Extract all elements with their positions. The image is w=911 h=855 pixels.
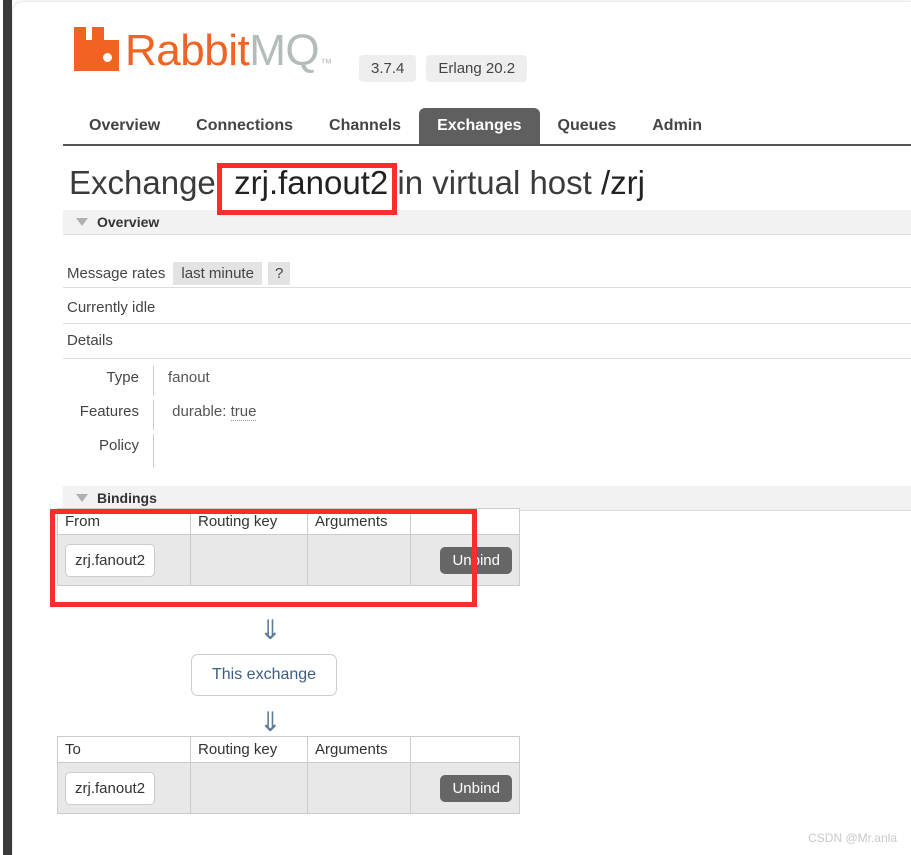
page-title-exchange-name: zrj.fanout2 — [234, 164, 389, 201]
binding-source-link[interactable]: zrj.fanout2 — [65, 543, 156, 577]
chevron-down-icon — [76, 218, 88, 226]
unbind-button[interactable]: Unbind — [440, 774, 512, 802]
cell-action: Unbind — [410, 762, 520, 814]
logo-word-mq: MQ — [249, 26, 320, 75]
column-header-actions — [410, 736, 520, 763]
detail-value-features: durable: true — [153, 400, 487, 430]
window-edge-strip — [3, 0, 12, 855]
rate-period-tab-last-minute[interactable]: last minute — [173, 262, 262, 285]
cell-source: zrj.fanout2 — [57, 534, 191, 586]
flow-arrow-down-top-icon: ⇓ — [259, 615, 282, 645]
nav-tab-admin[interactable]: Admin — [634, 108, 720, 144]
rabbitmq-logo-icon — [71, 27, 123, 71]
binding-destination-link[interactable]: zrj.fanout2 — [65, 771, 156, 805]
rabbitmq-logo[interactable]: RabbitMQ™ — [71, 26, 332, 75]
server-version-badge: 3.7.4 — [359, 55, 417, 82]
details-heading: Details — [67, 332, 113, 349]
chevron-down-icon — [76, 494, 88, 502]
cell-destination: zrj.fanout2 — [57, 762, 191, 814]
message-rates-row: Message rates last minute ? — [67, 262, 291, 285]
idle-divider — [63, 323, 911, 324]
detail-row-policy: Policy — [67, 434, 487, 468]
section-title-bindings: Bindings — [97, 490, 157, 506]
page-title-middle: in virtual host — [397, 164, 592, 201]
content-panel: RabbitMQ™ 3.7.4 Erlang 20.2 Overview Con… — [13, 2, 911, 855]
page-title: Exchange: zrj.fanout2 in virtual host /z… — [69, 164, 645, 202]
app-header: RabbitMQ™ 3.7.4 Erlang 20.2 — [13, 2, 911, 102]
section-title-overview: Overview — [97, 214, 160, 230]
detail-value-policy — [153, 434, 487, 468]
logo-body-icon — [74, 40, 119, 71]
feature-value-durable: true — [230, 403, 257, 421]
details-divider — [63, 358, 911, 359]
cell-routing-key — [190, 534, 308, 586]
cell-arguments — [307, 534, 411, 586]
detail-row-features: Features durable: true — [67, 400, 487, 434]
column-header-arguments: Arguments — [307, 736, 411, 763]
detail-row-type: Type fanout — [67, 366, 487, 400]
page-title-prefix: Exchange: — [69, 164, 225, 201]
idle-status-text: Currently idle — [67, 299, 156, 316]
logo-eye-icon — [103, 53, 112, 62]
nav-tab-list: Overview Connections Channels Exchanges … — [71, 106, 720, 144]
flow-arrow-down-bottom-icon: ⇓ — [259, 707, 282, 737]
column-header-arguments: Arguments — [307, 508, 411, 535]
nav-tab-exchanges[interactable]: Exchanges — [419, 108, 540, 144]
unbind-button[interactable]: Unbind — [440, 546, 512, 574]
logo-word-rabbit: Rabbit — [125, 26, 250, 75]
detail-key-policy: Policy — [98, 437, 139, 454]
logo-wordmark: RabbitMQ™ — [125, 26, 332, 75]
watermark-text: CSDN @Mr.anla — [808, 831, 897, 845]
column-header-routing-key: Routing key — [190, 508, 308, 535]
nav-tab-queues[interactable]: Queues — [540, 108, 635, 144]
nav-tab-channels[interactable]: Channels — [311, 108, 419, 144]
section-header-overview[interactable]: Overview — [63, 210, 911, 235]
main-navigation: Overview Connections Channels Exchanges … — [13, 106, 911, 146]
table-row: zrj.fanout2 Unbind — [57, 534, 520, 586]
nav-tab-overview[interactable]: Overview — [71, 108, 178, 144]
cell-routing-key — [190, 762, 308, 814]
detail-key-features: Features — [79, 403, 139, 420]
table-row: zrj.fanout2 Unbind — [57, 762, 520, 814]
detail-key-type: Type — [106, 369, 139, 386]
table-header-row: From Routing key Arguments — [57, 508, 520, 535]
message-rates-label: Message rates — [67, 265, 166, 282]
column-header-routing-key: Routing key — [190, 736, 308, 763]
details-list: Type fanout Features durable: true Polic… — [67, 366, 487, 468]
table-header-row: To Routing key Arguments — [57, 736, 520, 763]
logo-trademark: ™ — [320, 56, 332, 70]
column-header-from: From — [57, 508, 191, 535]
column-header-to: To — [57, 736, 191, 763]
page-title-vhost: /zrj — [601, 164, 645, 201]
page-shell: RabbitMQ™ 3.7.4 Erlang 20.2 Overview Con… — [12, 0, 911, 855]
column-header-actions — [410, 508, 520, 535]
nav-underline — [63, 144, 911, 146]
cell-arguments — [307, 762, 411, 814]
rate-help-tab[interactable]: ? — [267, 262, 291, 285]
erlang-version-badge: Erlang 20.2 — [426, 55, 528, 82]
outgoing-bindings-table: To Routing key Arguments zrj.fanout2 Unb… — [57, 736, 520, 814]
rates-divider — [63, 287, 911, 288]
incoming-bindings-table: From Routing key Arguments zrj.fanout2 U… — [57, 508, 520, 586]
this-exchange-node[interactable]: This exchange — [191, 654, 338, 696]
nav-tab-connections[interactable]: Connections — [178, 108, 311, 144]
version-badges: 3.7.4 Erlang 20.2 — [359, 55, 528, 82]
cell-action: Unbind — [410, 534, 520, 586]
feature-name-durable: durable: — [172, 403, 227, 420]
detail-value-type: fanout — [153, 366, 487, 396]
